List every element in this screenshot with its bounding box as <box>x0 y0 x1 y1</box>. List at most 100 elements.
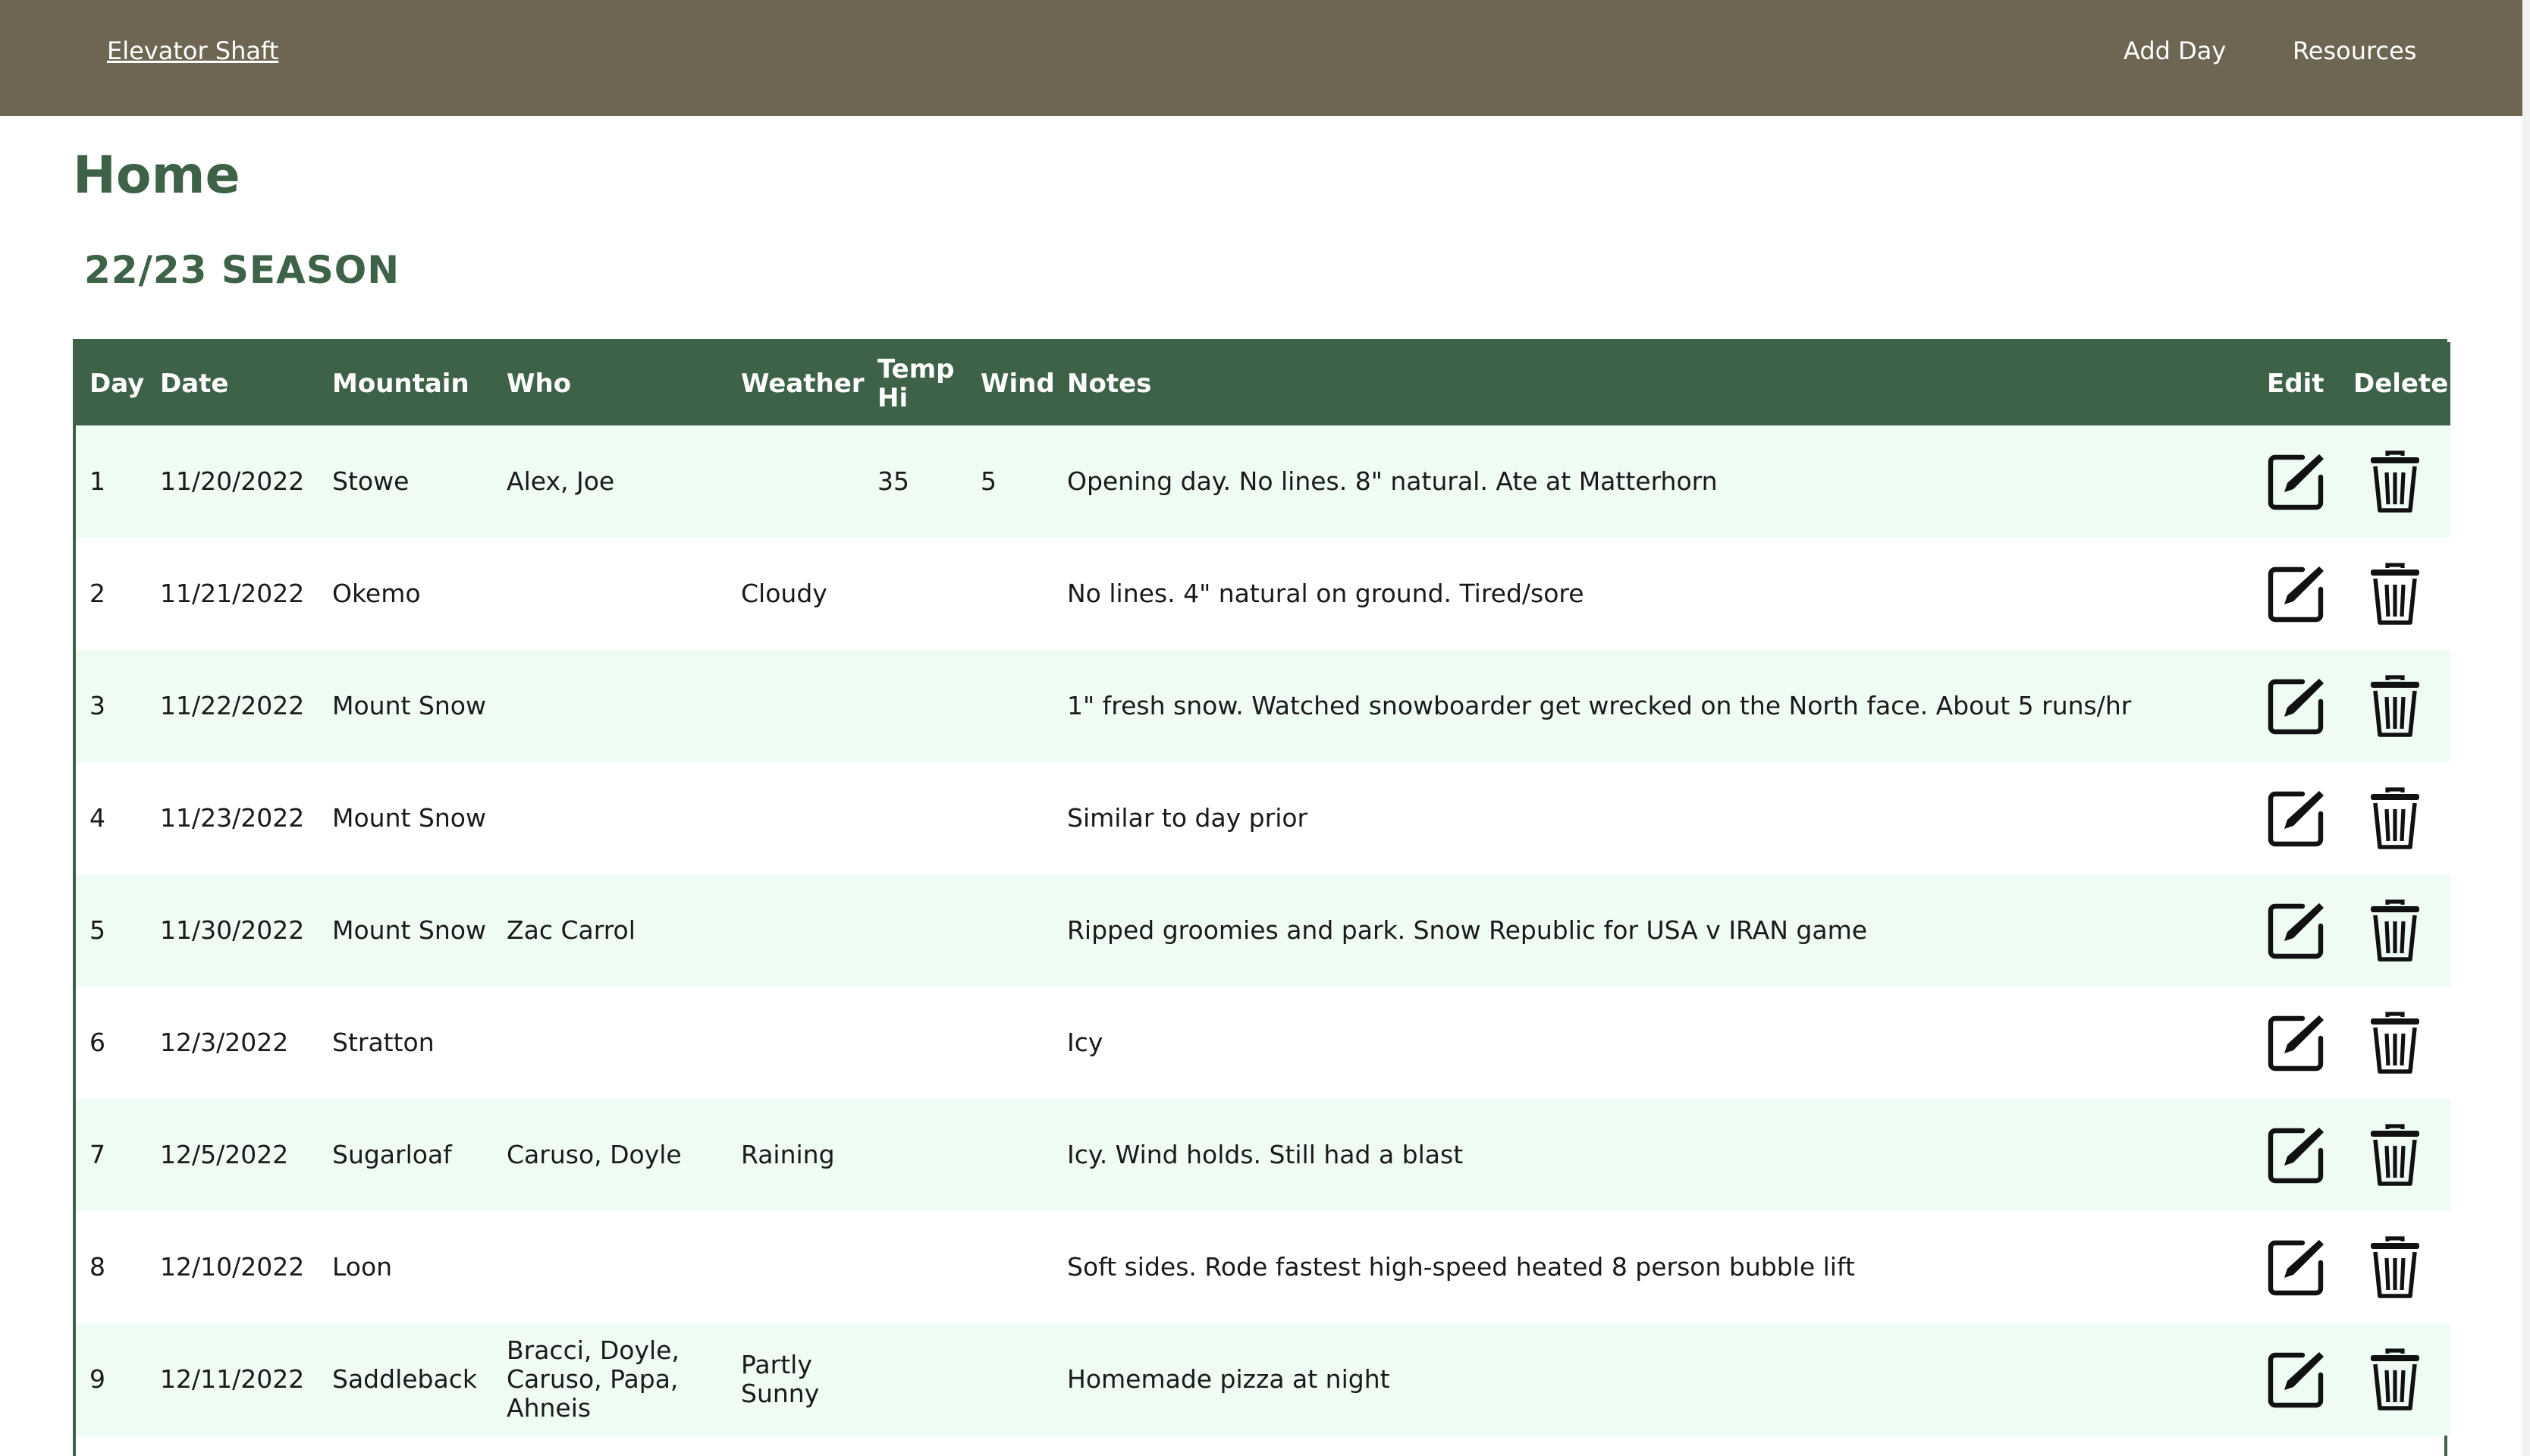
trash-icon[interactable] <box>2368 674 2422 738</box>
header-notes: Notes <box>1067 369 1152 399</box>
edit-icon[interactable] <box>2266 1237 2327 1298</box>
header-date: Date <box>160 369 229 399</box>
top-navbar: Elevator Shaft Add Day Resources <box>0 0 2522 116</box>
header-weather: Weather <box>741 369 865 399</box>
cell-temp <box>864 1323 967 1436</box>
cell-wind: 5 <box>981 466 997 496</box>
cell-mountain: Loon <box>332 1252 393 1282</box>
edit-icon[interactable] <box>2266 1125 2327 1185</box>
cell-temp: 35 <box>877 466 909 496</box>
cell-edit <box>2253 425 2340 538</box>
cell-who: Alex, Joe <box>507 466 615 496</box>
table-row: 5 11/30/2022 Mount Snow Zac Carrol Ripped gr… <box>76 874 2450 987</box>
cell-who <box>493 987 727 1099</box>
cell-edit <box>2253 538 2340 650</box>
edit-icon[interactable] <box>2266 451 2327 512</box>
trash-icon[interactable] <box>2368 562 2422 626</box>
header-day: Day <box>89 369 145 399</box>
cell-notes: Opening day. No lines. 8" natural. Ate a… <box>1067 466 1718 496</box>
ski-days-table-container: Day Date Mountain Who Weather Temp Hi Wi… <box>73 339 2450 1456</box>
table-body: 1 11/20/2022 Stowe Alex, Joe 35 5 Opening day.… <box>76 425 2450 1436</box>
trash-icon[interactable] <box>2368 450 2422 513</box>
cell-date: 12/3/2022 <box>160 1028 289 1057</box>
cell-mountain: Mount Snow <box>332 691 486 720</box>
cell-wind <box>967 874 1053 987</box>
edit-icon[interactable] <box>2266 676 2327 736</box>
edit-icon[interactable] <box>2266 1012 2327 1073</box>
edit-icon[interactable] <box>2266 563 2327 624</box>
brand-link[interactable]: Elevator Shaft <box>107 36 278 65</box>
header-temp-line1: Temp <box>877 354 955 384</box>
cell-weather: Cloudy <box>741 579 827 608</box>
cell-temp <box>864 650 967 762</box>
cell-wind <box>967 538 1053 650</box>
cell-date: 12/11/2022 <box>160 1364 305 1394</box>
cell-edit <box>2253 874 2340 987</box>
cell-weather <box>727 874 864 987</box>
cell-temp <box>864 762 967 874</box>
cell-who <box>493 650 727 762</box>
cell-delete <box>2340 1099 2450 1211</box>
table-row: 2 11/21/2022 Okemo Cloudy No lines. 4" natur… <box>76 538 2450 650</box>
ski-days-table: Day Date Mountain Who Weather Temp Hi Wi… <box>76 342 2450 1436</box>
cell-day: 1 <box>89 466 105 496</box>
trash-icon[interactable] <box>2368 1011 2422 1075</box>
cell-day: 8 <box>89 1252 105 1282</box>
cell-edit <box>2253 1099 2340 1211</box>
table-row: 1 11/20/2022 Stowe Alex, Joe 35 5 Opening day.… <box>76 425 2450 538</box>
cell-day: 3 <box>89 691 105 720</box>
header-temp-hi: Temp Hi <box>864 342 967 425</box>
cell-delete <box>2340 1211 2450 1323</box>
cell-who <box>493 762 727 874</box>
edit-icon[interactable] <box>2266 1349 2327 1410</box>
cell-mountain: Mount Snow <box>332 915 486 945</box>
cell-notes: Icy <box>1067 1028 1103 1057</box>
cell-weather: Partly Sunny <box>741 1350 820 1408</box>
cell-weather <box>727 762 864 874</box>
cell-delete <box>2340 1323 2450 1436</box>
cell-mountain: Saddleback <box>332 1364 477 1394</box>
cell-day: 6 <box>89 1028 105 1057</box>
cell-who: Caruso, Doyle <box>507 1140 682 1169</box>
cell-weather <box>727 650 864 762</box>
trash-icon[interactable] <box>2368 1123 2422 1187</box>
table-row: 7 12/5/2022 Sugarloaf Caruso, Doyle Raining I… <box>76 1099 2450 1211</box>
cell-wind <box>967 650 1053 762</box>
edit-icon[interactable] <box>2266 788 2327 849</box>
header-temp-line2: Hi <box>877 383 909 413</box>
cell-edit <box>2253 1323 2340 1436</box>
header-delete: Delete <box>2353 369 2449 399</box>
cell-date: 11/23/2022 <box>160 803 305 833</box>
cell-date: 12/5/2022 <box>160 1140 289 1169</box>
cell-notes: Homemade pizza at night <box>1067 1364 1390 1394</box>
page-scrollbar[interactable] <box>2522 0 2530 1456</box>
table-row: 3 11/22/2022 Mount Snow 1" fresh snow. Watc… <box>76 650 2450 762</box>
cell-edit <box>2253 650 2340 762</box>
cell-notes: Soft sides. Rode fastest high-speed heat… <box>1067 1252 1855 1282</box>
cell-weather <box>727 425 864 538</box>
trash-icon[interactable] <box>2368 899 2422 962</box>
header-edit: Edit <box>2267 369 2324 399</box>
nav-add-day-link[interactable]: Add Day <box>2124 36 2226 65</box>
cell-delete <box>2340 874 2450 987</box>
edit-icon[interactable] <box>2266 900 2327 961</box>
trash-icon[interactable] <box>2368 1348 2422 1411</box>
cell-wind <box>967 762 1053 874</box>
cell-weather <box>727 987 864 1099</box>
cell-day: 9 <box>89 1364 105 1394</box>
trash-icon[interactable] <box>2368 786 2422 850</box>
nav-resources-link[interactable]: Resources <box>2293 36 2416 65</box>
cell-day: 5 <box>89 915 105 945</box>
cell-delete <box>2340 762 2450 874</box>
page-title: Home <box>73 146 240 206</box>
cell-notes: 1" fresh snow. Watched snowboarder get w… <box>1067 691 2132 720</box>
cell-who: Zac Carrol <box>507 915 636 945</box>
cell-date: 11/22/2022 <box>160 691 305 720</box>
table-row: 8 12/10/2022 Loon Soft sides. Rode fastest … <box>76 1211 2450 1323</box>
cell-wind <box>967 1099 1053 1211</box>
trash-icon[interactable] <box>2368 1235 2422 1299</box>
cell-notes: No lines. 4" natural on ground. Tired/so… <box>1067 579 1584 608</box>
cell-date: 11/30/2022 <box>160 915 305 945</box>
cell-mountain: Mount Snow <box>332 803 486 833</box>
cell-mountain: Okemo <box>332 579 421 608</box>
